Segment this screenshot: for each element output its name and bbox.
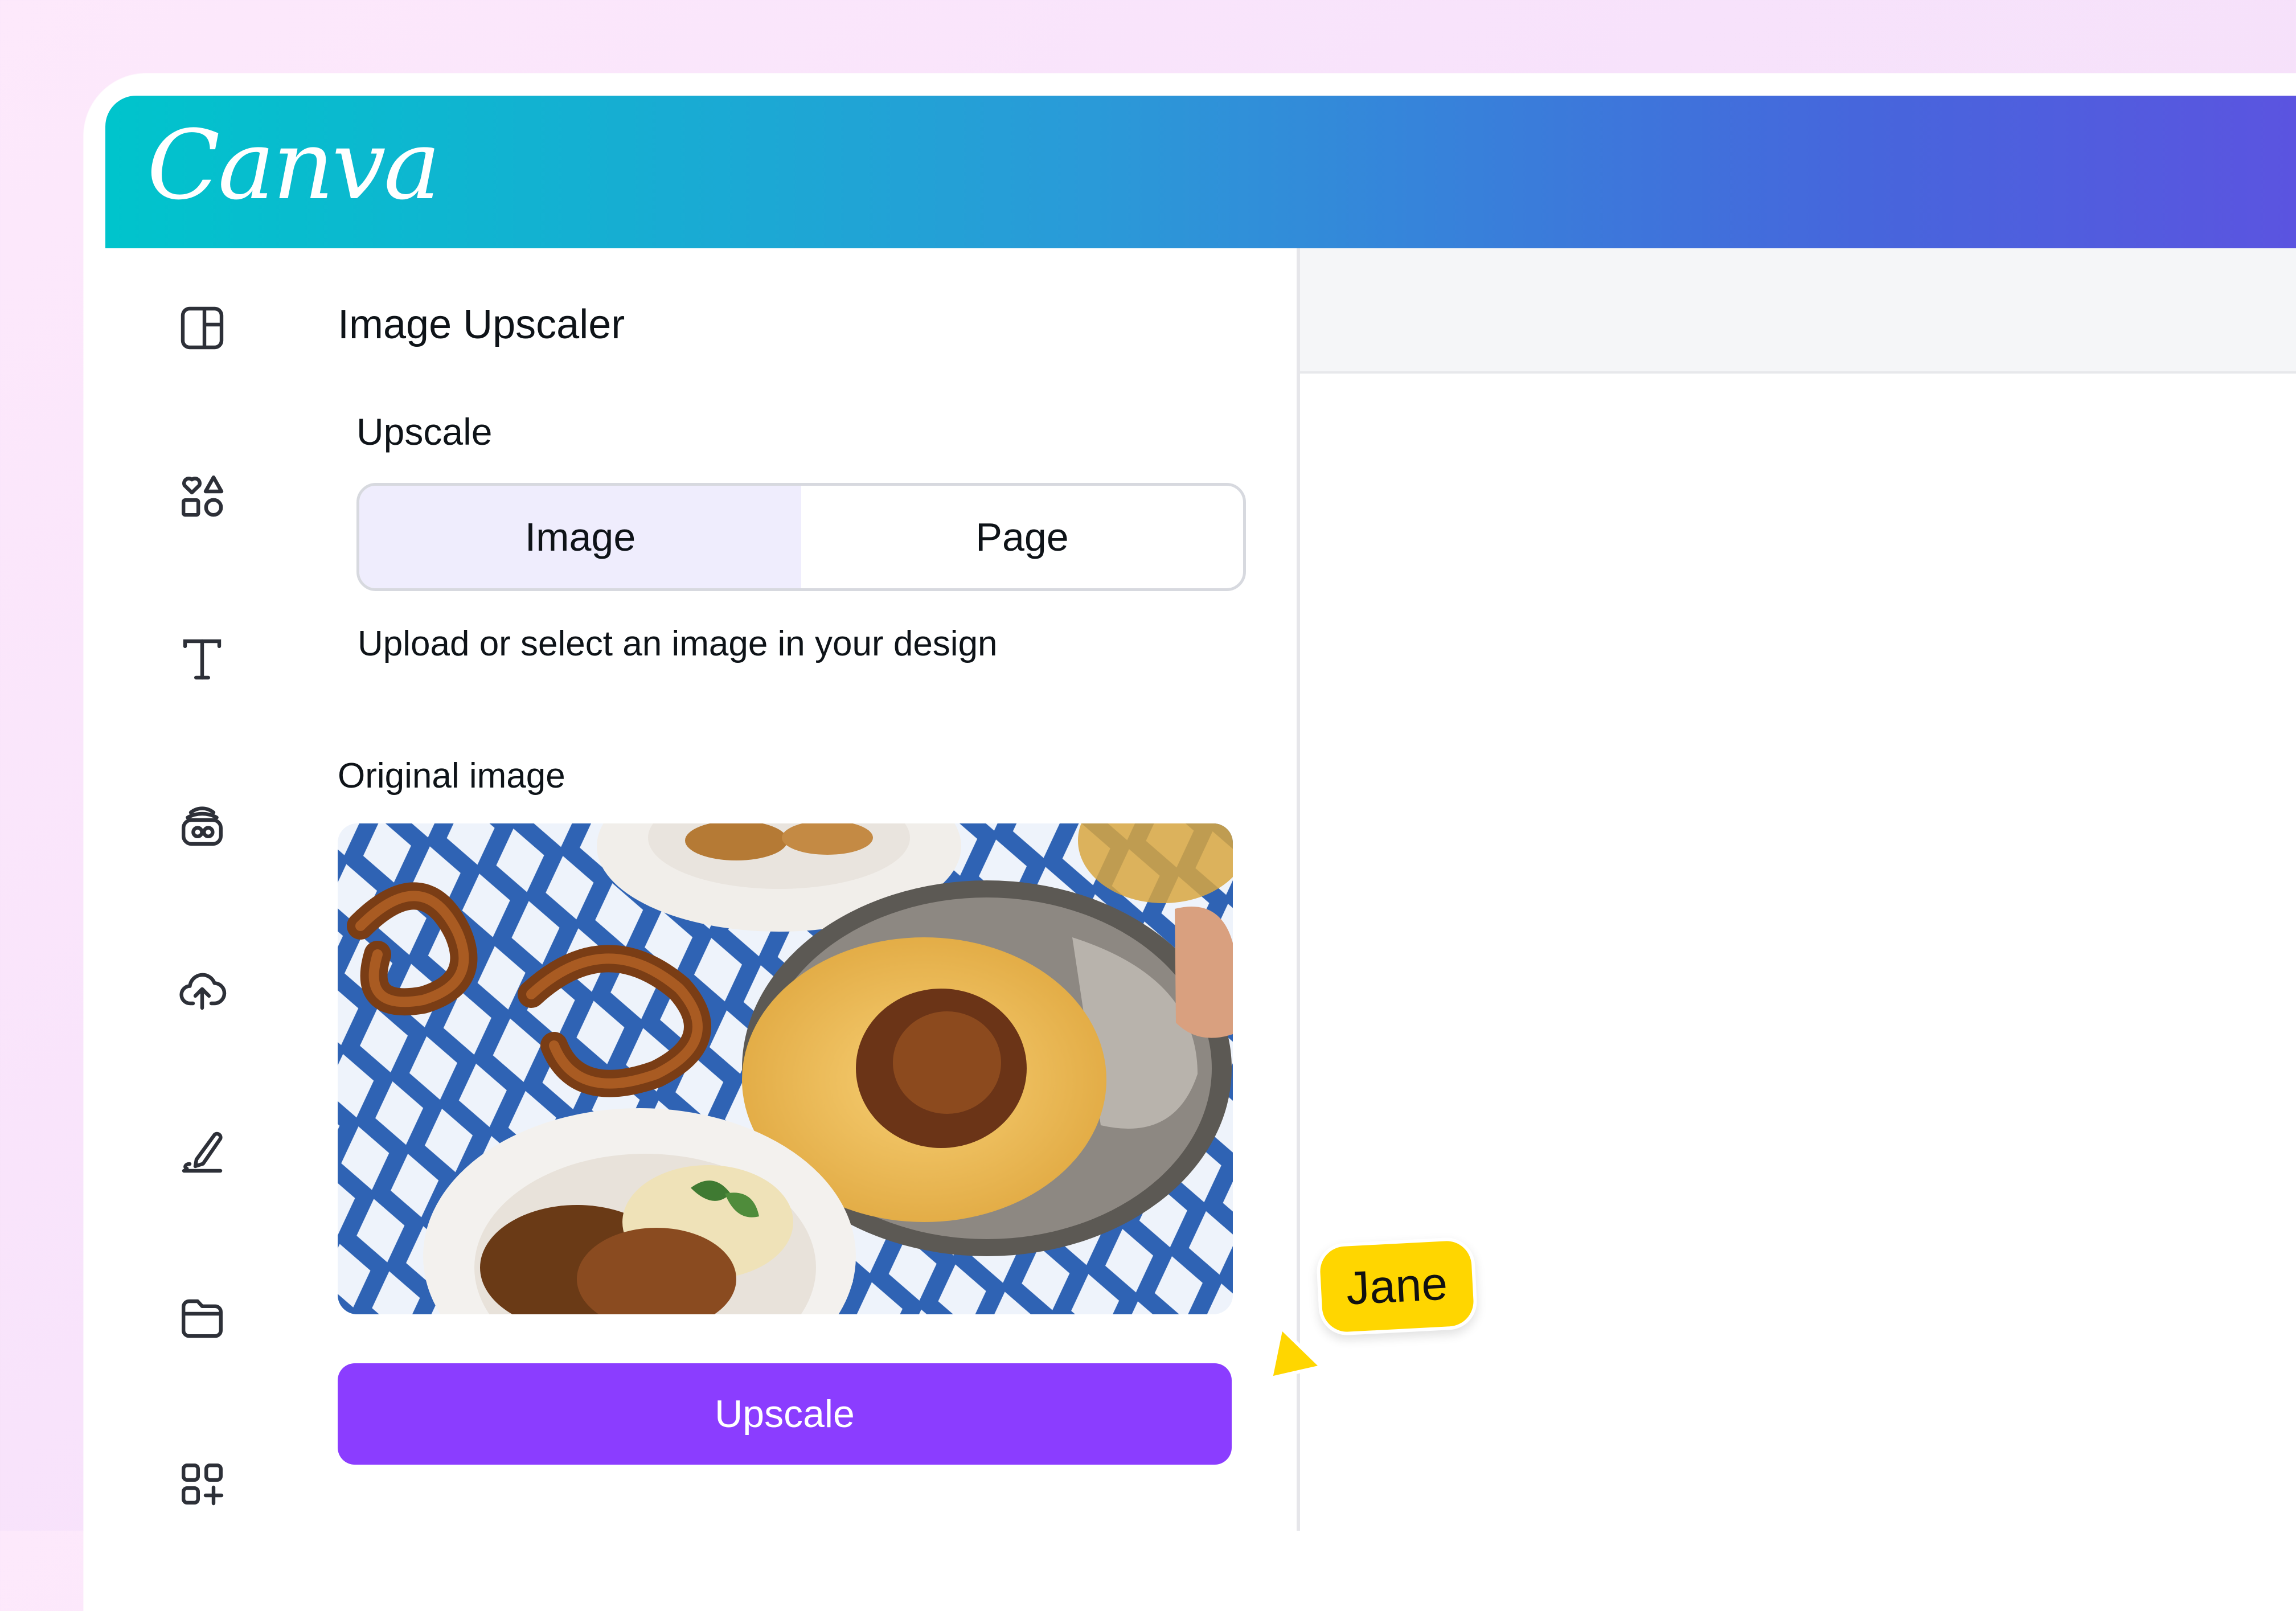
- brand-hub-icon[interactable]: [174, 797, 231, 854]
- panel-title: Image Upscaler: [338, 302, 625, 347]
- collaborator-cursor: Jane: [1264, 1236, 1492, 1407]
- elements-shapes-icon[interactable]: [174, 468, 231, 524]
- collaborator-pointer-icon: [1269, 1326, 1323, 1380]
- projects-folder-icon[interactable]: [174, 1290, 231, 1347]
- design-layout-icon[interactable]: [174, 300, 231, 356]
- original-image-preview[interactable]: [338, 823, 1233, 1314]
- segment-image[interactable]: Image: [359, 486, 801, 588]
- uploads-cloud-icon[interactable]: [174, 960, 231, 1017]
- apps-grid-plus-icon[interactable]: [174, 1456, 231, 1512]
- text-icon[interactable]: [174, 631, 231, 688]
- draw-pen-icon[interactable]: [174, 1123, 231, 1180]
- upscale-target-toggle: Image Page: [356, 483, 1246, 591]
- canvas-toolbar: [1300, 248, 2296, 374]
- upscale-section-label: Upscale: [356, 411, 493, 453]
- collaborator-name-tag: Jane: [1315, 1236, 1478, 1337]
- segment-page[interactable]: Page: [801, 486, 1243, 588]
- upscale-button[interactable]: Upscale: [338, 1363, 1232, 1465]
- canva-logo[interactable]: Canva: [147, 108, 441, 222]
- original-image-label: Original image: [338, 756, 565, 796]
- helper-text: Upload or select an image in your design: [358, 624, 998, 663]
